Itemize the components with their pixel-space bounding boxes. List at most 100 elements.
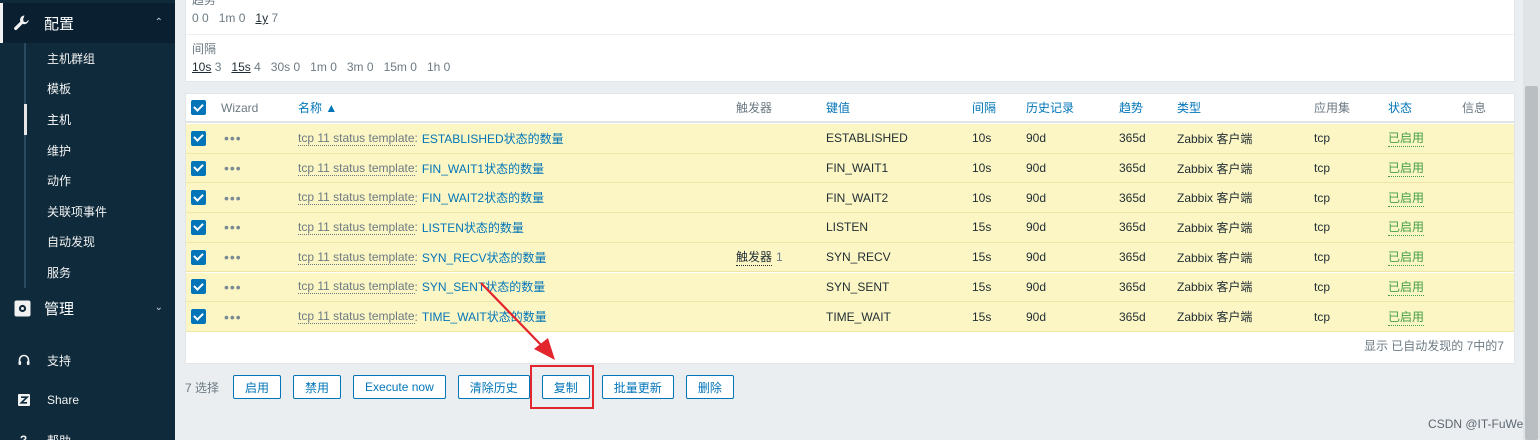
sidebar-item[interactable]: 维护	[0, 134, 175, 166]
delete-button[interactable]: 删除	[685, 375, 734, 399]
status-cell: 已启用	[1388, 273, 1425, 302]
filter-option[interactable]: 0 0	[192, 11, 209, 25]
template-link[interactable]: tcp 11 status template	[298, 250, 415, 265]
sidebar-share[interactable]: Share	[0, 385, 175, 415]
filter-option-key: 10s	[192, 60, 212, 74]
header-type-sort[interactable]: 类型	[1177, 94, 1201, 121]
execute-now-button[interactable]: Execute now	[353, 375, 446, 399]
filter-interval-values: 10s 3 15s 4 30s 0 1m 0 3m 0 15m 0 1h 0	[192, 60, 460, 74]
more-dots-icon[interactable]: •••	[224, 160, 242, 176]
header-interval-sort[interactable]: 间隔	[972, 94, 996, 121]
filter-option-count: 0	[410, 60, 417, 74]
cell-trends: 365d	[1119, 190, 1146, 205]
row-checkbox[interactable]	[191, 279, 206, 295]
cell-history: 90d	[1026, 250, 1047, 265]
filter-option[interactable]: 1y 7	[255, 11, 278, 25]
sidebar-item[interactable]: 主机群组	[0, 43, 175, 74]
filter-option[interactable]: 30s 0	[271, 60, 300, 74]
more-dots-icon[interactable]: •••	[224, 249, 242, 265]
header-name-sort[interactable]: 名称 ▲	[298, 94, 337, 121]
row-checkbox[interactable]	[191, 190, 206, 206]
status-toggle[interactable]: 已启用	[1388, 159, 1425, 178]
template-link[interactable]: tcp 11 status template	[298, 309, 415, 325]
wizard-cell: •••	[224, 243, 242, 272]
sidebar-item[interactable]: 关联项事件	[0, 195, 175, 227]
template-link[interactable]: tcp 11 status template	[298, 220, 415, 235]
row-checkbox[interactable]	[191, 160, 206, 176]
template-link[interactable]: tcp 11 status template	[298, 279, 415, 295]
wrench-icon	[0, 14, 44, 32]
row-checkbox[interactable]	[191, 309, 206, 325]
items-table: Wizard 名称 ▲ 触发器 键值 间隔 历史记录 趋势 类型 应用集 状态 …	[185, 93, 1515, 364]
filter-option-count: 4	[254, 60, 261, 74]
row-checkbox[interactable]	[191, 249, 206, 265]
cell-history: 90d	[1026, 279, 1047, 294]
more-dots-icon[interactable]: •••	[224, 279, 242, 295]
cell-key: SYN_RECV	[826, 250, 891, 265]
item-name-link[interactable]: FIN_WAIT2状态的数量	[422, 189, 544, 206]
item-name-link[interactable]: TIME_WAIT状态的数量	[422, 308, 547, 325]
nav-section-configuration[interactable]: 配置 ⌃	[0, 3, 175, 43]
header-key-sort[interactable]: 键值	[826, 94, 850, 121]
cell-key: LISTEN	[826, 220, 869, 235]
header-status-sort[interactable]: 状态	[1388, 94, 1412, 121]
sidebar-item[interactable]: 服务	[0, 257, 175, 288]
more-dots-icon[interactable]: •••	[224, 130, 242, 146]
more-dots-icon[interactable]: •••	[224, 219, 242, 235]
filter-option-count: 0	[238, 11, 246, 25]
item-name-link[interactable]: FIN_WAIT1状态的数量	[422, 160, 544, 177]
cell-interval: 10s	[972, 131, 992, 146]
status-cell: 已启用	[1388, 243, 1425, 272]
mass-update-button[interactable]: 批量更新	[601, 375, 674, 399]
disable-button[interactable]: 禁用	[293, 375, 342, 399]
status-toggle[interactable]: 已启用	[1388, 308, 1425, 326]
copy-button[interactable]: 复制	[541, 375, 590, 399]
template-link[interactable]: tcp 11 status template	[298, 131, 415, 146]
sidebar-support-label: 支持	[47, 353, 72, 368]
scrollbar-thumb[interactable]	[1525, 86, 1538, 440]
item-name-link[interactable]: LISTEN状态的数量	[422, 219, 524, 236]
select-all-checkbox[interactable]	[191, 100, 206, 115]
sidebar-item[interactable]: 模板	[0, 73, 175, 105]
name-separator: :	[414, 190, 418, 205]
cell-history: 90d	[1026, 190, 1047, 205]
sidebar-item[interactable]: 主机	[0, 104, 175, 135]
more-dots-icon[interactable]: •••	[224, 309, 242, 325]
header-history-sort[interactable]: 历史记录	[1026, 94, 1074, 121]
filter-option[interactable]: 3m 0	[347, 60, 374, 74]
status-toggle[interactable]: 已启用	[1388, 218, 1425, 237]
filter-option-count: 0	[366, 60, 374, 74]
sidebar-help[interactable]: ? 帮助	[0, 425, 175, 440]
cell-history: 90d	[1026, 309, 1047, 324]
sidebar-item[interactable]: 自动发现	[0, 226, 175, 258]
more-dots-icon[interactable]: •••	[224, 190, 242, 206]
sidebar-item[interactable]: 动作	[0, 165, 175, 196]
status-toggle[interactable]: 已启用	[1388, 129, 1425, 148]
filter-option[interactable]: 1m 0	[219, 11, 246, 25]
row-checkbox[interactable]	[191, 219, 206, 235]
item-name-link[interactable]: SYN_RECV状态的数量	[422, 249, 547, 266]
clear-history-button[interactable]: 清除历史	[457, 375, 530, 399]
filter-option[interactable]: 15s 4	[231, 60, 260, 74]
filter-option[interactable]: 15m 0	[384, 60, 417, 74]
filter-option[interactable]: 10s 3	[192, 60, 221, 74]
chevron-down-icon: ⌄	[154, 302, 163, 313]
triggers-cell: 触发器 1	[736, 243, 783, 272]
item-name-link[interactable]: SYN_SENT状态的数量	[422, 278, 545, 295]
status-toggle[interactable]: 已启用	[1388, 189, 1425, 207]
cell-trends: 365d	[1119, 131, 1146, 146]
item-name-link[interactable]: ESTABLISHED状态的数量	[422, 130, 564, 147]
status-toggle[interactable]: 已启用	[1388, 248, 1425, 267]
nav-section-administration[interactable]: 管理 ⌄	[0, 288, 175, 328]
filter-option[interactable]: 1h 0	[427, 60, 450, 74]
header-trends-sort[interactable]: 趋势	[1119, 94, 1143, 121]
enable-button[interactable]: 启用	[233, 375, 282, 399]
sidebar-support[interactable]: 支持	[0, 345, 175, 375]
template-link[interactable]: tcp 11 status template	[298, 161, 415, 176]
table-row: ••• tcp 11 status template: FIN_WAIT2状态的数量…	[186, 183, 1514, 214]
status-toggle[interactable]: 已启用	[1388, 278, 1425, 296]
row-checkbox[interactable]	[191, 130, 206, 146]
filter-option[interactable]: 1m 0	[310, 60, 337, 74]
triggers-link[interactable]: 触发器	[736, 248, 773, 267]
template-link[interactable]: tcp 11 status template	[298, 190, 415, 206]
